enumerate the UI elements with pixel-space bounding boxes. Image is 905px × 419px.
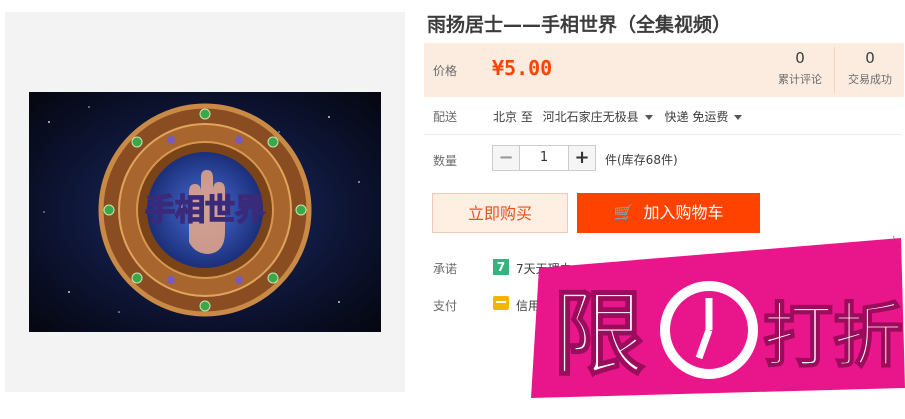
buy-now-button[interactable]: 立即购买 (432, 193, 568, 233)
stock-info: 件(库存68件) (605, 153, 678, 167)
section-divider (424, 134, 902, 135)
product-title: 雨扬居士——手相世界（全集视频） (427, 14, 732, 36)
shipping-from: 北京 至 (493, 110, 533, 124)
sales-count: 0 (865, 49, 875, 67)
review-count: 0 (795, 49, 805, 67)
image-caption: 手相世界 (145, 193, 265, 228)
review-count-label: 累计评论 (778, 73, 822, 86)
shipping-method-select[interactable]: 快递 免运费 (665, 110, 751, 124)
sales-count-stat[interactable]: 0 交易成功 (839, 49, 901, 87)
shipping-label: 配送 (433, 110, 458, 124)
chevron-down-icon (734, 114, 743, 120)
add-to-cart-label: 加入购物车 (643, 203, 724, 222)
banner-text-left: 限 (553, 281, 645, 388)
quantity-stepper: − 1 + (492, 145, 596, 171)
shipping-destination-select[interactable]: 河北石家庄无极县 (543, 110, 661, 124)
product-main-image[interactable]: 手相世界 (29, 92, 381, 332)
review-count-stat[interactable]: 0 累计评论 (769, 49, 831, 87)
product-image-gallery: 手相世界 (5, 12, 405, 392)
quantity-label: 数量 (433, 154, 458, 168)
price-panel: 价格 ¥5.00 0 累计评论 0 交易成功 (424, 43, 904, 97)
sales-count-label: 交易成功 (848, 73, 892, 86)
limited-discount-banner[interactable]: 限 打折 (531, 238, 905, 415)
palmistry-emblem-image: 手相世界 (29, 92, 381, 332)
promise-label: 承诺 (433, 262, 458, 276)
credit-card-icon (493, 296, 509, 310)
stat-divider (834, 47, 835, 93)
price-value: ¥5.00 (492, 56, 553, 80)
shipping-info: 北京 至 河北石家庄无极县 快递 免运费 (493, 108, 750, 125)
quantity-input[interactable]: 1 (520, 145, 568, 171)
payment-label: 支付 (433, 299, 458, 313)
banner-text-right: 打折 (763, 295, 903, 377)
seven-day-return-icon: 7 (493, 259, 509, 275)
quantity-decrease-button[interactable]: − (492, 145, 520, 171)
discount-banner-graphic: 限 打折 (531, 238, 905, 398)
cart-icon: 🛒 (613, 203, 634, 222)
price-label: 价格 (433, 64, 458, 78)
add-to-cart-button[interactable]: 🛒 加入购物车 (577, 193, 760, 233)
chevron-down-icon (644, 114, 653, 120)
quantity-increase-button[interactable]: + (568, 145, 596, 171)
